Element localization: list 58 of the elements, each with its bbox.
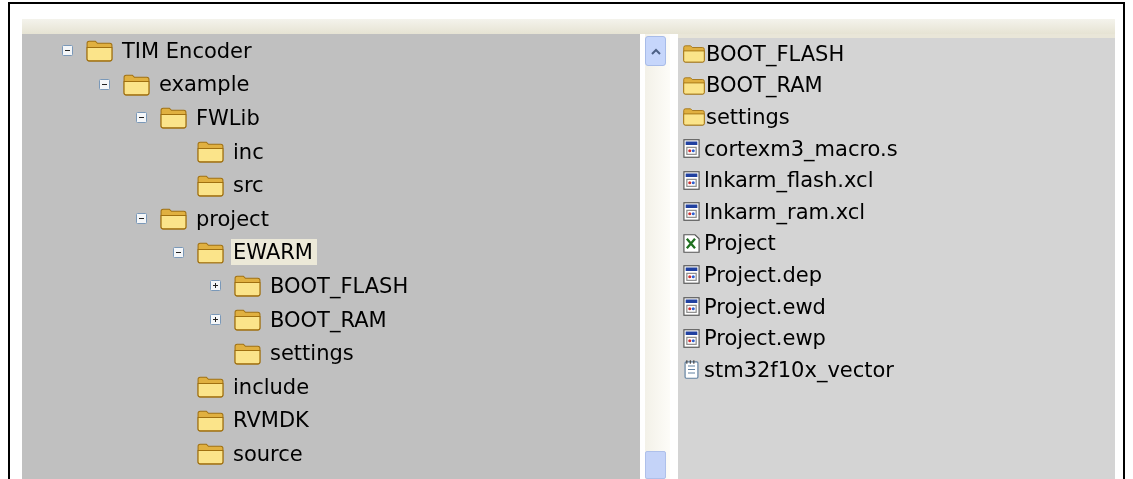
tree-item[interactable]: RVMDK bbox=[231, 407, 313, 434]
tree-item[interactable]: settings bbox=[268, 340, 358, 367]
folder-icon bbox=[196, 408, 225, 432]
file-icon bbox=[682, 138, 701, 160]
tree-item[interactable]: src bbox=[231, 172, 268, 199]
collapse-icon[interactable] bbox=[173, 246, 184, 258]
collapse-icon[interactable] bbox=[136, 213, 147, 225]
file-name[interactable]: lnkarm_ram.xcl bbox=[704, 199, 866, 224]
folder-icon bbox=[85, 39, 114, 63]
notepad-icon bbox=[682, 359, 701, 381]
file-icon bbox=[682, 169, 701, 191]
folder-name[interactable]: BOOT_FLASH bbox=[706, 41, 845, 66]
file-name[interactable]: lnkarm_flash.xcl bbox=[704, 168, 874, 193]
tree-item[interactable]: source bbox=[231, 440, 307, 467]
scroll-up-button[interactable] bbox=[645, 36, 666, 66]
folder-icon bbox=[159, 207, 188, 231]
tree-item[interactable]: TIM Encoder bbox=[120, 37, 256, 64]
folder-icon bbox=[233, 274, 262, 298]
scroll-thumb[interactable] bbox=[645, 451, 666, 479]
expand-icon[interactable] bbox=[210, 280, 221, 292]
tree-item[interactable]: BOOT_RAM bbox=[268, 306, 391, 333]
folder-name[interactable]: BOOT_RAM bbox=[706, 73, 823, 98]
folder-icon bbox=[159, 106, 188, 130]
tree-item[interactable]: project bbox=[194, 205, 273, 232]
tree-item[interactable]: include bbox=[231, 373, 314, 400]
folder-icon bbox=[682, 44, 706, 64]
file-name[interactable]: Project.dep bbox=[704, 262, 823, 287]
folder-icon bbox=[233, 341, 262, 365]
folder-icon bbox=[196, 240, 225, 264]
folder-icon bbox=[196, 173, 225, 197]
file-icon bbox=[682, 264, 701, 286]
file-name[interactable]: cortexm3_macro.s bbox=[704, 136, 898, 161]
tree-item[interactable]: BOOT_FLASH bbox=[268, 272, 413, 299]
file-name[interactable]: stm32f10x_vector bbox=[704, 357, 894, 382]
file-name[interactable]: Project bbox=[704, 231, 776, 256]
expand-icon[interactable] bbox=[210, 314, 221, 326]
tree-item[interactable]: FWLib bbox=[194, 105, 264, 131]
collapse-icon[interactable] bbox=[99, 78, 110, 90]
file-name[interactable]: Project.ewp bbox=[704, 326, 826, 351]
folder-icon bbox=[233, 308, 262, 332]
folder-icon bbox=[196, 442, 225, 466]
chevron-up-icon bbox=[650, 47, 661, 55]
folder-icon bbox=[122, 72, 151, 96]
file-icon bbox=[682, 327, 701, 349]
folder-icon bbox=[196, 140, 225, 164]
folder-icon bbox=[682, 75, 706, 95]
file-name[interactable]: Project.ewd bbox=[704, 294, 826, 319]
collapse-icon[interactable] bbox=[62, 45, 73, 57]
tree-item[interactable]: example bbox=[157, 71, 254, 98]
file-icon bbox=[682, 201, 701, 223]
folder-name[interactable]: settings bbox=[706, 105, 790, 129]
tree-item[interactable]: inc bbox=[231, 138, 268, 165]
folder-icon bbox=[196, 375, 225, 399]
file-icon bbox=[682, 296, 701, 318]
folder-icon bbox=[682, 107, 706, 127]
tree-item[interactable]: EWARM bbox=[231, 239, 317, 266]
workspace-file-icon bbox=[682, 232, 701, 254]
collapse-icon[interactable] bbox=[136, 112, 147, 124]
